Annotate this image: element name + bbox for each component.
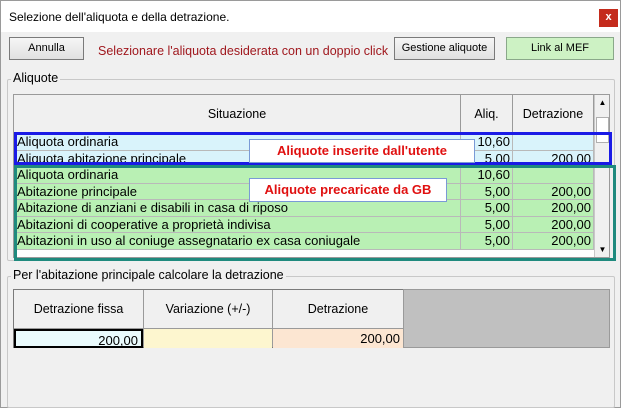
cell-detrazione: 200,00	[513, 183, 594, 200]
empty-panel	[403, 289, 610, 348]
scroll-up-icon[interactable]: ▲	[595, 96, 609, 109]
detrazione-header: Detrazione	[273, 290, 403, 329]
detrazione-group-label: Per l'abitazione principale calcolare la…	[11, 268, 286, 282]
cell-situazione: Abitazioni in uso al coniuge assegnatari…	[14, 233, 461, 250]
detrazione-fissa-column: Detrazione fissa 200,00	[14, 290, 144, 348]
cell-detrazione: 200,00	[513, 200, 594, 217]
variazione-input[interactable]	[144, 329, 272, 348]
variazione-header: Variazione (+/-)	[144, 290, 272, 329]
cell-detrazione: 200,00	[513, 216, 594, 233]
aliquote-group-label: Aliquote	[11, 71, 61, 85]
detrazione-table: Detrazione fissa 200,00 Variazione (+/-)…	[13, 289, 404, 348]
cell-detrazione: 200,00	[513, 233, 594, 250]
variazione-column: Variazione (+/-)	[144, 290, 273, 348]
cell-aliq: 5,00	[461, 216, 513, 233]
detrazione-fissa-header: Detrazione fissa	[14, 290, 143, 329]
scroll-down-icon[interactable]: ▼	[595, 243, 609, 256]
detrazione-value: 200,00	[273, 329, 403, 348]
instruction-text: Selezionare l'aliquota desiderata con un…	[98, 44, 389, 58]
cell-detrazione	[513, 134, 594, 151]
callout-user-rates: Aliquote inserite dall'utente	[249, 139, 475, 163]
vertical-scrollbar[interactable]: ▲ ▼	[594, 95, 609, 257]
dialog-window: Selezione dell'aliquota e della detrazio…	[0, 0, 621, 408]
cell-situazione: Abitazione di anziani e disabili in casa…	[14, 200, 461, 217]
col-header-detrazione[interactable]: Detrazione	[513, 95, 594, 133]
detrazione-fissa-input[interactable]: 200,00	[14, 329, 143, 348]
detrazione-column: Detrazione 200,00	[273, 290, 403, 348]
window-title: Selezione dell'aliquota e della detrazio…	[9, 10, 230, 24]
title-bar: Selezione dell'aliquota e della detrazio…	[1, 1, 620, 32]
cell-aliq: 5,00	[461, 200, 513, 217]
cell-detrazione	[513, 167, 594, 184]
cell-aliq: 10,60	[461, 167, 513, 184]
aliquote-grid[interactable]: Situazione Aliq. Detrazione Aliquota ord…	[13, 94, 610, 258]
cell-situazione: Abitazioni di cooperative a proprietà in…	[14, 216, 461, 233]
cell-aliq: 5,00	[461, 183, 513, 200]
callout-preloaded-rates: Aliquote precaricate da GB	[249, 178, 447, 202]
col-header-aliq[interactable]: Aliq.	[461, 95, 513, 133]
cell-detrazione: 200,00	[513, 150, 594, 167]
cell-aliq: 5,00	[461, 233, 513, 250]
col-header-situazione[interactable]: Situazione	[14, 95, 461, 133]
annulla-button[interactable]: Annulla	[9, 37, 84, 60]
link-mef-button[interactable]: Link al MEF	[506, 37, 614, 60]
scroll-thumb[interactable]	[596, 117, 609, 143]
gestione-aliquote-button[interactable]: Gestione aliquote	[394, 37, 495, 60]
close-button[interactable]: x	[599, 9, 618, 27]
